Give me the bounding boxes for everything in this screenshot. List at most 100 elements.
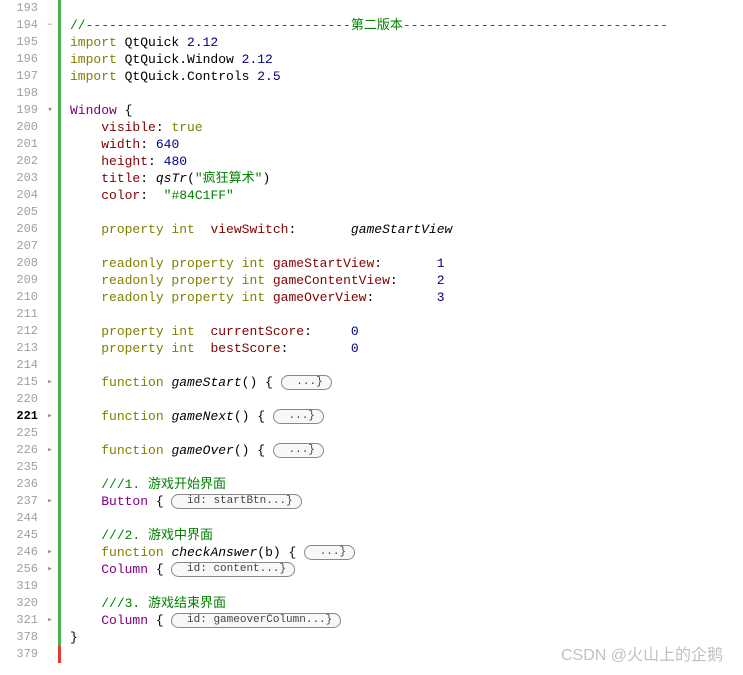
line-number[interactable]: 320 xyxy=(0,595,40,612)
line-number[interactable]: 198 xyxy=(0,85,40,102)
folded-code-placeholder[interactable]: id: content...} xyxy=(171,562,295,577)
fold-collapsed-icon[interactable]: ▸ xyxy=(45,564,55,574)
line-number[interactable]: 379 xyxy=(0,646,40,663)
code-line[interactable] xyxy=(70,425,743,442)
code-line[interactable]: Window { xyxy=(70,102,743,119)
code-line[interactable]: ///3. 游戏结束界面 xyxy=(70,595,743,612)
line-number[interactable]: 213 xyxy=(0,340,40,357)
code-line[interactable]: title: qsTr("疯狂算术") xyxy=(70,170,743,187)
change-marker xyxy=(58,136,61,153)
code-line[interactable] xyxy=(70,85,743,102)
fold-collapsed-icon[interactable]: ▸ xyxy=(45,615,55,625)
code-line[interactable] xyxy=(70,238,743,255)
code-line[interactable]: width: 640 xyxy=(70,136,743,153)
code-line[interactable]: ///1. 游戏开始界面 xyxy=(70,476,743,493)
line-number[interactable]: 206 xyxy=(0,221,40,238)
line-number[interactable]: 193 xyxy=(0,0,40,17)
code-line[interactable] xyxy=(70,0,743,17)
line-number[interactable]: 237 xyxy=(0,493,40,510)
line-number[interactable]: 199 xyxy=(0,102,40,119)
line-number[interactable]: 197 xyxy=(0,68,40,85)
code-line[interactable]: function gameStart() { ...} xyxy=(70,374,743,391)
code-line[interactable]: readonly property int gameStartView: 1 xyxy=(70,255,743,272)
code-line[interactable]: function gameNext() { ...} xyxy=(70,408,743,425)
line-number[interactable]: 225 xyxy=(0,425,40,442)
code-line[interactable]: } xyxy=(70,629,743,646)
code-line[interactable]: readonly property int gameContentView: 2 xyxy=(70,272,743,289)
code-line[interactable]: Column { id: gameoverColumn...} xyxy=(70,612,743,629)
line-number[interactable]: 201 xyxy=(0,136,40,153)
line-number[interactable]: 195 xyxy=(0,34,40,51)
folded-code-placeholder[interactable]: id: gameoverColumn...} xyxy=(171,613,341,628)
fold-column[interactable]: − ▾ ▸ ▸ ▸ ▸ ▸ ▸ ▸ xyxy=(44,0,58,675)
code-line[interactable]: property int currentScore: 0 xyxy=(70,323,743,340)
fold-collapsed-icon[interactable]: ▸ xyxy=(45,547,55,557)
code-line[interactable]: import QtQuick 2.12 xyxy=(70,34,743,51)
code-line[interactable]: import QtQuick.Window 2.12 xyxy=(70,51,743,68)
line-number[interactable]: 212 xyxy=(0,323,40,340)
code-line[interactable] xyxy=(70,306,743,323)
folded-code-placeholder[interactable]: ...} xyxy=(304,545,355,560)
line-number[interactable]: 214 xyxy=(0,357,40,374)
line-number[interactable]: 235 xyxy=(0,459,40,476)
line-number[interactable]: 321 xyxy=(0,612,40,629)
line-number[interactable]: 196 xyxy=(0,51,40,68)
line-number[interactable]: 203 xyxy=(0,170,40,187)
line-number[interactable]: 226 xyxy=(0,442,40,459)
code-line[interactable] xyxy=(70,357,743,374)
line-number[interactable]: 246 xyxy=(0,544,40,561)
folded-code-placeholder[interactable]: ...} xyxy=(273,443,324,458)
line-number[interactable]: 236 xyxy=(0,476,40,493)
code-line[interactable]: function gameOver() { ...} xyxy=(70,442,743,459)
line-number[interactable]: 256 xyxy=(0,561,40,578)
code-line[interactable]: property int bestScore: 0 xyxy=(70,340,743,357)
line-number[interactable]: 205 xyxy=(0,204,40,221)
line-number[interactable]: 202 xyxy=(0,153,40,170)
line-number[interactable]: 319 xyxy=(0,578,40,595)
code-line[interactable] xyxy=(70,578,743,595)
code-line[interactable]: Column { id: content...} xyxy=(70,561,743,578)
code-line[interactable] xyxy=(70,510,743,527)
code-line[interactable]: height: 480 xyxy=(70,153,743,170)
change-marker xyxy=(58,357,61,374)
code-line[interactable] xyxy=(70,459,743,476)
fold-expanded-icon[interactable]: − xyxy=(45,20,55,30)
line-number[interactable]: 210 xyxy=(0,289,40,306)
fold-collapsed-icon[interactable]: ▸ xyxy=(45,445,55,455)
line-number[interactable]: 194 xyxy=(0,17,40,34)
line-number[interactable]: 207 xyxy=(0,238,40,255)
line-number[interactable]: 221 xyxy=(0,408,40,425)
line-number[interactable]: 211 xyxy=(0,306,40,323)
line-number-gutter[interactable]: 1931941951961971981992002012022032042052… xyxy=(0,0,44,675)
line-number[interactable]: 204 xyxy=(0,187,40,204)
folded-code-placeholder[interactable]: id: startBtn...} xyxy=(171,494,301,509)
fold-collapsed-icon[interactable]: ▸ xyxy=(45,411,55,421)
line-number[interactable]: 245 xyxy=(0,527,40,544)
code-line[interactable] xyxy=(70,204,743,221)
fold-collapsed-icon[interactable]: ▸ xyxy=(45,377,55,387)
code-line[interactable] xyxy=(70,391,743,408)
line-number[interactable]: 208 xyxy=(0,255,40,272)
fold-expanded-icon[interactable]: ▾ xyxy=(45,105,55,115)
line-number[interactable]: 378 xyxy=(0,629,40,646)
fold-collapsed-icon[interactable]: ▸ xyxy=(45,496,55,506)
line-number[interactable]: 215 xyxy=(0,374,40,391)
folded-code-placeholder[interactable]: ...} xyxy=(281,375,332,390)
line-number[interactable]: 244 xyxy=(0,510,40,527)
code-line[interactable]: property int viewSwitch: gameStartView xyxy=(70,221,743,238)
code-line[interactable] xyxy=(70,646,743,663)
change-marker xyxy=(58,306,61,323)
line-number[interactable]: 200 xyxy=(0,119,40,136)
code-line[interactable]: color: "#84C1FF" xyxy=(70,187,743,204)
line-number[interactable]: 220 xyxy=(0,391,40,408)
code-line[interactable]: import QtQuick.Controls 2.5 xyxy=(70,68,743,85)
code-line[interactable]: function checkAnswer(b) { ...} xyxy=(70,544,743,561)
code-line[interactable]: readonly property int gameOverView: 3 xyxy=(70,289,743,306)
code-line[interactable]: visible: true xyxy=(70,119,743,136)
code-area[interactable]: //----------------------------------第二版本… xyxy=(62,0,743,675)
code-line[interactable]: Button { id: startBtn...} xyxy=(70,493,743,510)
folded-code-placeholder[interactable]: ...} xyxy=(273,409,324,424)
code-line[interactable]: //----------------------------------第二版本… xyxy=(70,17,743,34)
code-line[interactable]: ///2. 游戏中界面 xyxy=(70,527,743,544)
line-number[interactable]: 209 xyxy=(0,272,40,289)
